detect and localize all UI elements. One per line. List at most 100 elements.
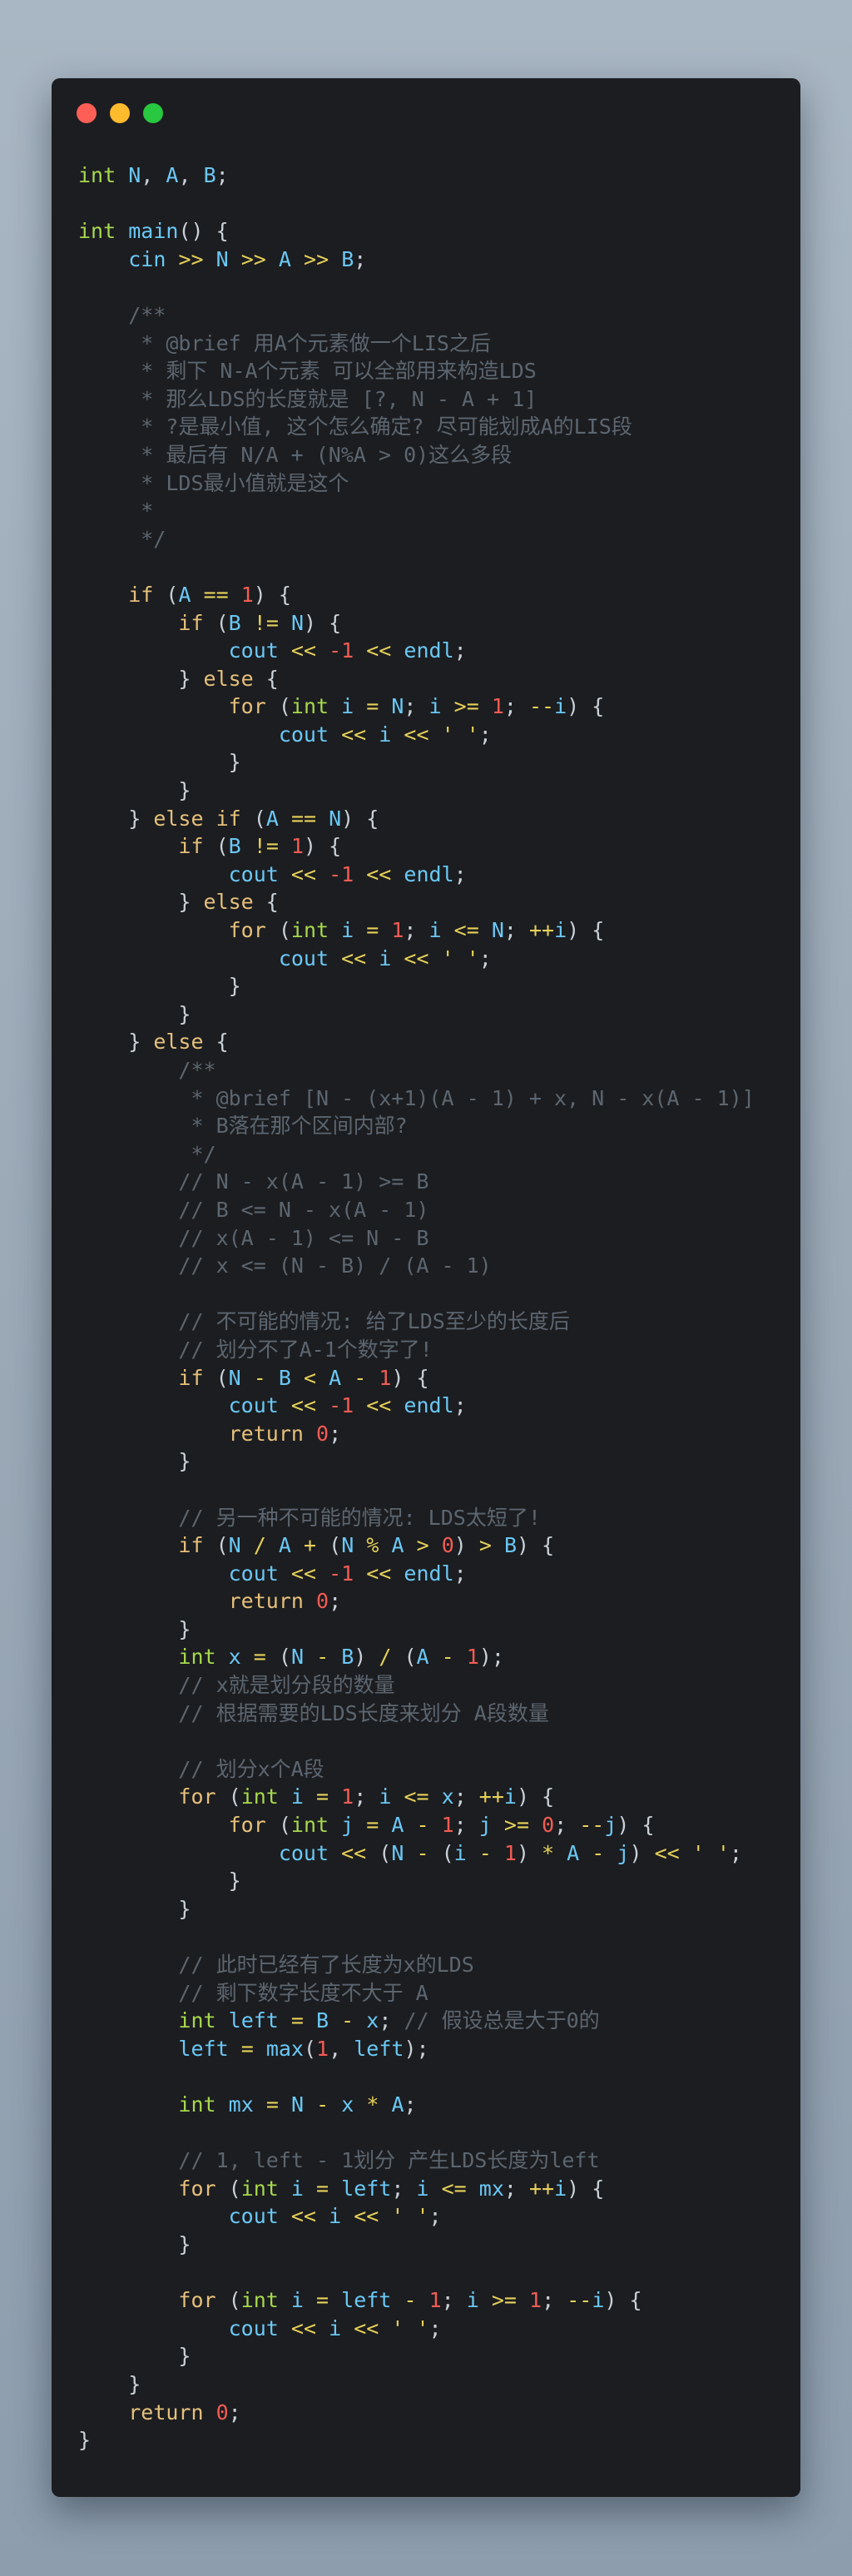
code-line: left = max(1, left); [78,2035,755,2063]
code-line: // 剩下数字长度不大于 A [78,1979,755,2008]
close-button[interactable] [77,103,97,123]
code-token: * [542,1840,555,1865]
code-token: << [341,1840,367,1865]
code-token: // x(A - 1) <= N - B [78,1225,429,1250]
code-token: ; [478,722,492,747]
code-line: } [78,1000,755,1029]
code-line: for (int i = 1; i <= N; ++i) { [78,916,755,945]
code-token: else [153,1030,204,1055]
code-token: int [240,2176,279,2201]
code-token: > [478,1533,492,1558]
code-token: ; [428,2315,442,2340]
code-line: /** [78,301,755,330]
code-token: ) { [304,834,342,859]
code-token: << [290,1561,317,1586]
code-token: int [240,1784,279,1809]
code-line: * LDS最小值就是这个 [78,469,755,498]
code-token: = [316,2176,329,2201]
code-line: // 另一种不可能的情况: LDS太短了! [78,1504,755,1532]
code-token: left [228,2008,279,2033]
code-line: // 1, left - 1划分 产生LDS长度为left [78,2147,755,2175]
code-line: // 不可能的情况: 给了LDS至少的长度后 [78,1308,755,1336]
code-token: // x <= (N - B) / (A - 1) [78,1253,492,1278]
code-token: -- [567,2288,592,2313]
code-token: // 剩下数字长度不大于 A [78,1980,428,2005]
code-line: int left = B - x; // 假设总是大于0的 [78,2007,755,2035]
code-line: */ [78,525,755,553]
code-token: A [416,1645,429,1670]
code-line: return 0; [78,2399,755,2427]
code-token: B [341,1645,354,1670]
code-token: ; [453,861,467,886]
code-line: } [78,2342,755,2370]
code-token: i [554,918,567,943]
code-token: /** [78,302,166,327]
code-token: } [78,750,241,775]
code-line: // x就是划分段的数量 [78,1671,755,1700]
code-token: << [366,1393,392,1418]
code-line: return 0; [78,1420,755,1448]
code-token: else [203,666,254,691]
code-token: } [78,2371,141,2396]
code-line: cout << -1 << endl; [78,1560,755,1588]
code-token: } [78,1896,191,1921]
code-token: 1 [441,1813,454,1838]
code-token: for [228,694,266,719]
code-token: ( [203,1533,229,1558]
code-token: -1 [329,638,354,663]
code-token: } [78,2344,191,2369]
code-token: // 另一种不可能的情况: LDS太短了! [78,1505,541,1530]
code-token: << [354,2204,379,2229]
code-token: ) [453,1533,479,1558]
code-token: // 假设总是大于0的 [404,2008,600,2033]
code-line: } [78,1895,755,1923]
code-token: left [178,2036,229,2061]
maximize-button[interactable] [143,103,163,123]
code-token: i [341,694,354,719]
code-token: 1 [529,2288,542,2313]
code-line: cout << i << ' '; [78,2202,755,2231]
code-token: ) { [391,1365,429,1390]
code-token: ++ [478,1784,504,1809]
code-token: A [166,163,179,187]
code-token: 0 [441,1533,454,1558]
code-token: 1 [466,1645,479,1670]
code-line: } [78,1447,755,1476]
code-token: ; [215,163,229,187]
code-token: j [478,1813,492,1838]
code-token: ; [404,2092,417,2117]
code-token: = [366,694,379,719]
minimize-button[interactable] [110,103,130,123]
code-line: * [78,497,755,525]
